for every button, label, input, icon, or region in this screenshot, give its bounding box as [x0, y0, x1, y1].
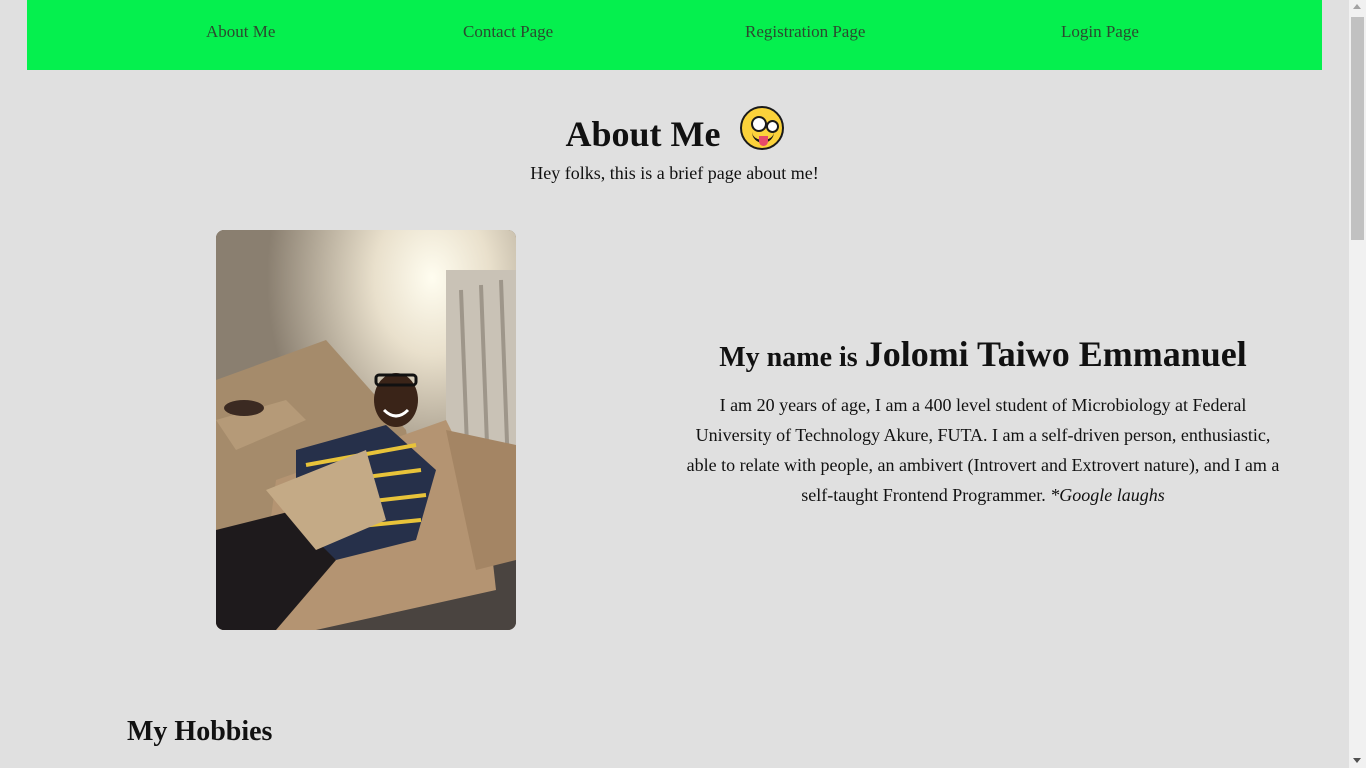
scroll-down-arrow-icon[interactable]: [1353, 758, 1361, 763]
intro-heading-prefix: My name is: [719, 342, 858, 373]
page-title: About Me: [0, 106, 1349, 155]
profile-photo: [216, 230, 516, 630]
nav-link-registration-page[interactable]: Registration Page: [745, 22, 865, 42]
top-nav: About Me Contact Page Registration Page …: [27, 0, 1322, 70]
vertical-scrollbar[interactable]: [1349, 0, 1366, 768]
hobbies-heading: My Hobbies: [127, 716, 273, 747]
intro-section: My name is Jolomi Taiwo Emmanuel I am 20…: [683, 336, 1283, 510]
page-title-text: About Me: [565, 114, 721, 154]
intro-bio-text: I am 20 years of age, I am a 400 level s…: [686, 395, 1280, 505]
page-subtitle: Hey folks, this is a brief page about me…: [530, 163, 819, 183]
intro-name: Jolomi Taiwo Emmanuel: [864, 334, 1247, 374]
intro-bio-aside: *Google laughs: [1050, 485, 1165, 505]
intro-heading: My name is Jolomi Taiwo Emmanuel: [683, 336, 1283, 374]
intro-bio: I am 20 years of age, I am a 400 level s…: [683, 390, 1283, 510]
page: About Me Contact Page Registration Page …: [0, 0, 1349, 768]
scrollbar-thumb[interactable]: [1351, 17, 1364, 240]
nav-link-about-me[interactable]: About Me: [206, 22, 275, 42]
nav-link-login-page[interactable]: Login Page: [1061, 22, 1139, 42]
scroll-up-arrow-icon[interactable]: [1353, 4, 1361, 9]
zany-face-icon: [739, 106, 784, 150]
nav-link-contact-page[interactable]: Contact Page: [463, 22, 553, 42]
